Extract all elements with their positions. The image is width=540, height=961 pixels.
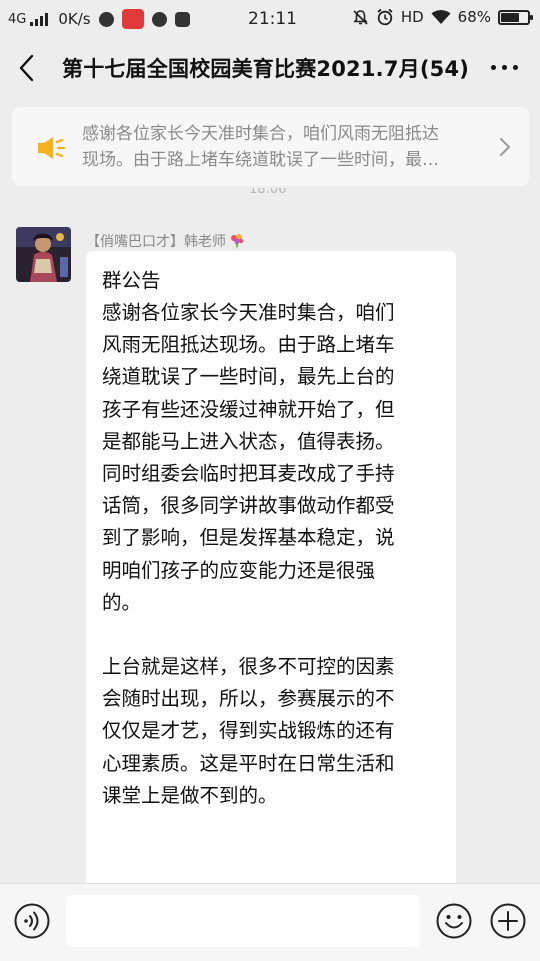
message-line: 感谢各位家长今天准时集合，咱们 [102,301,395,324]
sender-name-text: 【俏嘴巴口才】韩老师 [86,234,226,250]
emoji-icon[interactable] [435,902,473,940]
message-notification-icon [151,11,167,27]
message-line: 上台就是这样，很多不可控的因素 [102,655,395,679]
notification-app-icon [174,11,190,27]
notice-text: 感谢各位家长今天准时集合，咱们风雨无阻抵达 现场。由于路上堵车绕道耽误了一些时间… [82,121,490,173]
message-line: 课堂上是做不到的。 [102,783,278,807]
alarm-icon [377,8,393,26]
message-line: 孩子有些还没缓过神就开始了，但 [102,397,395,421]
input-bar [0,883,540,961]
notice-line: 现场。由于路上堵车绕道耽误了一些时间，最… [82,150,439,170]
message-line: 话筒，很多同学讲故事做动作都受 [102,494,395,518]
wifi-icon [431,10,451,24]
message-paragraph: 上台就是这样，很多不可控的因素 会随时出现，所以，参赛展示的不 仅仅是才艺，得到实战… [102,651,442,812]
notice-line: 感谢各位家长今天准时集合，咱们风雨无阻抵达 [82,124,439,144]
message-line: 是都能马上进入状态，值得表扬。 [102,429,395,453]
sender-name: 【俏嘴巴口才】韩老师 [86,231,246,251]
back-arrow-icon[interactable] [12,52,44,84]
message-line: 风雨无阻抵达现场。由于路上堵车 [102,333,395,357]
message-line: 绕道耽误了一些时间，最先上台的 [102,365,395,389]
avatar[interactable] [16,227,71,282]
message-input[interactable] [66,895,420,947]
status-bar: 4G 0K/s 21:11 HD 68% [0,0,540,36]
notification-app-icon [98,11,114,27]
mute-icon [353,9,368,25]
signal-icon [30,12,49,26]
message-bubble[interactable]: 群公告 感谢各位家长今天准时集合，咱们 风雨无阻抵达现场。由于路上堵车 绕道耽误了一… [86,251,456,891]
message-line: 心理素质。这是平时在日常生活和 [102,751,395,775]
page-title: 第十七届全国校园美育比赛2021.7月(54) [62,57,470,81]
notification-app-icon [121,9,144,29]
more-dots-icon[interactable] [491,65,518,70]
clock: 21:11 [248,9,297,29]
hd-indicator: HD [400,8,424,26]
chevron-right-icon [500,138,510,156]
status-right: HD 68% [352,8,533,26]
message-line: 会随时出现，所以，参赛展示的不 [102,687,395,711]
battery-icon [498,9,533,25]
message-line: 同时组委会临时把耳麦改成了手持 [102,462,395,486]
message-line: 的。 [102,590,142,614]
group-notice-banner[interactable]: 感谢各位家长今天准时集合，咱们风雨无阻抵达 现场。由于路上堵车绕道耽误了一些时间… [12,107,529,186]
battery-level-fill [501,12,519,22]
speaker-icon [38,137,66,159]
chat-header: 第十七届全国校园美育比赛2021.7月(54) [0,40,540,98]
battery-percent: 68% [457,8,491,26]
network-type: 4G [8,11,27,27]
bouquet-emoji-icon [231,234,244,249]
message-line: 仅仅是才艺，得到实战锻炼的还有 [102,719,395,743]
announcement-heading: 群公告 [102,269,161,292]
message-timestamp: 18:06 [249,188,287,196]
network-speed: 0K/s [58,10,91,28]
message-paragraph: 感谢各位家长今天准时集合，咱们 风雨无阻抵达现场。由于路上堵车 绕道耽误了一些时间，… [102,297,442,619]
status-left: 4G 0K/s [8,9,190,29]
voice-icon[interactable] [13,902,51,940]
plus-icon[interactable] [489,902,527,940]
message-line: 明咱们孩子的应变能力还是很强 [102,558,376,582]
message-line: 到了影响，但是发挥基本稳定，说 [102,526,395,550]
